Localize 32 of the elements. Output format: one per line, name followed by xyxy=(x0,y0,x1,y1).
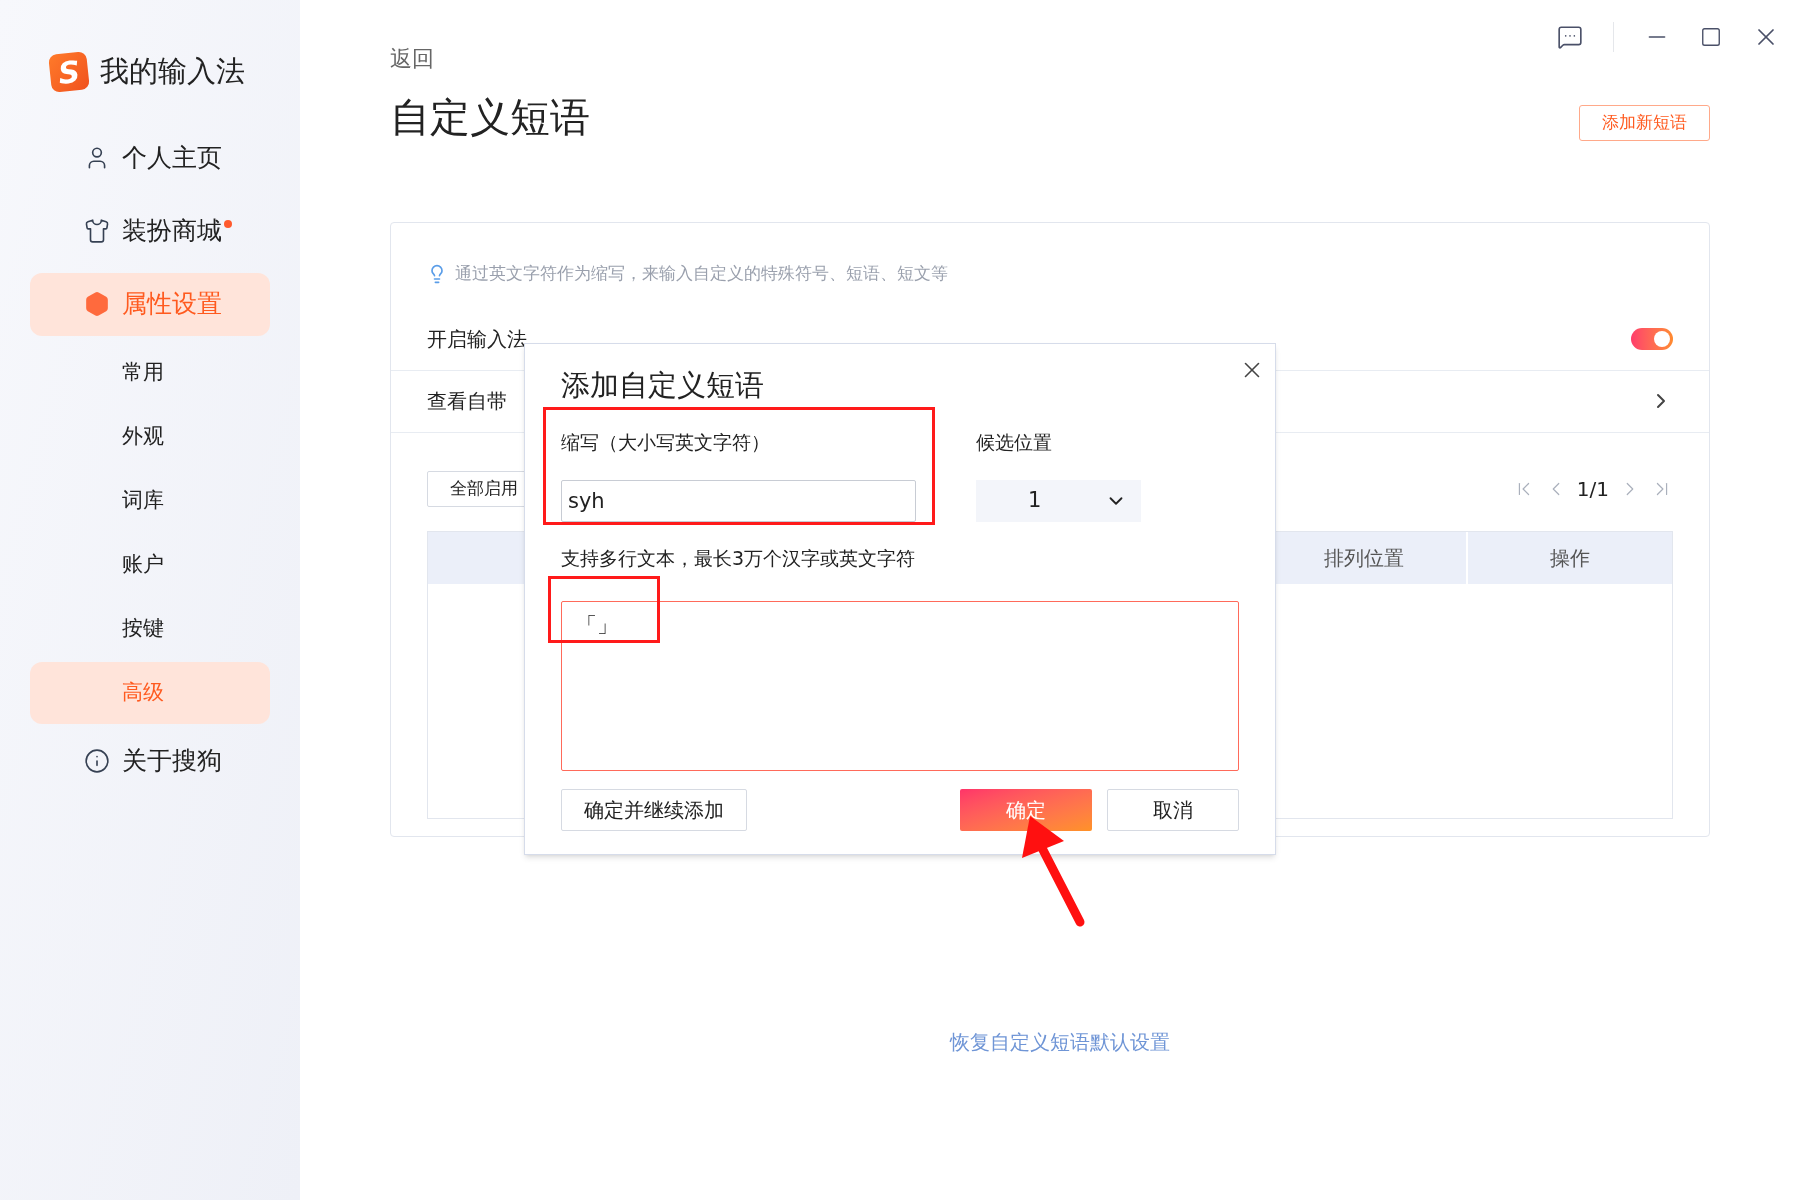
sidebar-subitem[interactable]: 词库 xyxy=(30,469,270,532)
sidebar-subitem[interactable]: 常用 xyxy=(30,341,270,404)
sidebar-item[interactable]: 个人主页 xyxy=(30,126,270,190)
content-field[interactable]: 「」 xyxy=(561,600,1239,771)
maximize-icon[interactable] xyxy=(1700,26,1722,48)
dialog-button[interactable]: 确定并继续添加 xyxy=(561,788,747,831)
app-name: 我的输入法 xyxy=(100,53,245,90)
page-indicator: 1/1 xyxy=(1576,475,1609,503)
column-header: 操作 xyxy=(1466,531,1672,584)
sidebar-subitem[interactable]: 按键 xyxy=(30,597,270,660)
logo: S xyxy=(48,50,90,93)
hexagon-icon xyxy=(84,291,110,317)
back-link[interactable]: 返回 xyxy=(390,42,434,75)
setting-label: 开启输入法 xyxy=(427,326,527,353)
dialog-button[interactable]: 取消 xyxy=(1107,788,1239,831)
toggle-switch[interactable] xyxy=(1631,328,1673,350)
sidebar-item[interactable]: 装扮商城 xyxy=(30,199,270,263)
sidebar-subitem[interactable]: 账户 xyxy=(30,533,270,596)
abbreviation-field[interactable]: syh xyxy=(561,480,916,522)
field-label: 支持多行文本，最长3万个汉字或英文字符 xyxy=(561,546,917,571)
page-title: 自定义短语 xyxy=(390,93,590,142)
tip-text: 通过英文字符作为缩写，来输入自定义的特殊符号、短语、短文等 xyxy=(455,262,948,285)
setting-label: 查看自带 xyxy=(427,388,507,415)
position-select[interactable]: 1 xyxy=(976,480,1141,522)
sidebar-subitem[interactable]: 外观 xyxy=(30,405,270,468)
feedback-icon[interactable] xyxy=(1557,24,1583,50)
sidebar-item[interactable]: 关于搜狗 xyxy=(30,729,270,793)
shirt-icon xyxy=(84,218,110,244)
dialog-title: 添加自定义短语 xyxy=(561,367,764,404)
field-label: 缩写（大小写英文字符） xyxy=(561,429,771,455)
info-icon xyxy=(84,748,110,774)
field-label: 候选位置 xyxy=(976,429,1053,455)
